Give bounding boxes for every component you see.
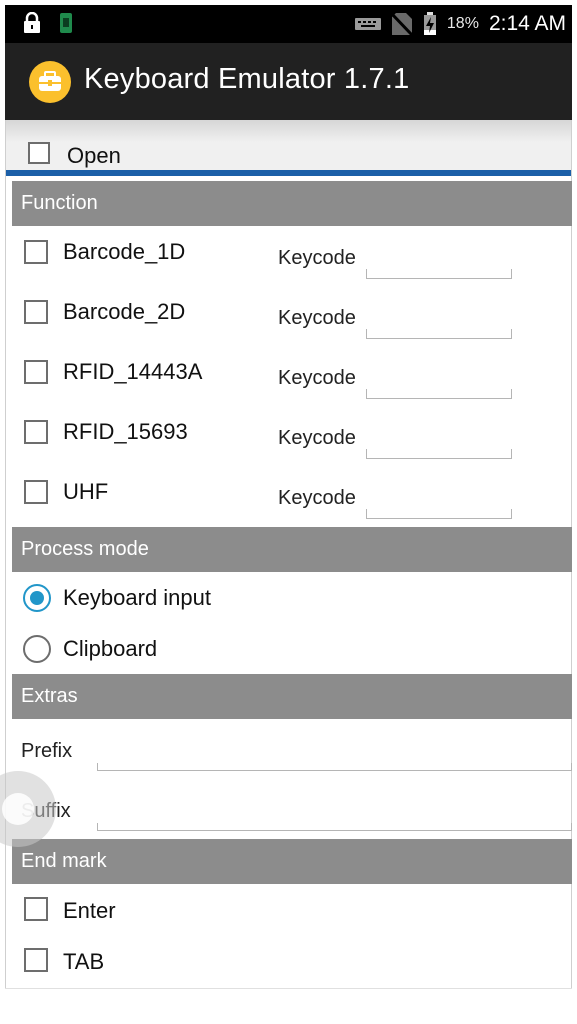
rfid-14443a-keycode-input[interactable] (366, 389, 512, 399)
app-bar: Keyboard Emulator 1.7.1 (5, 43, 572, 120)
barcode-2d-label: Barcode_2D (63, 299, 186, 324)
prefix-label: Prefix (21, 740, 73, 762)
section-header-process-mode: Process mode (12, 527, 572, 572)
keyboard-input-label: Keyboard input (63, 585, 211, 610)
toolbar-shadow (6, 120, 571, 142)
section-header-function: Function (12, 181, 572, 226)
settings-content: Open Function Barcode_1D Keycode Barcode… (5, 120, 572, 988)
uhf-label: UHF (63, 479, 109, 504)
barcode-1d-keycode-input[interactable] (366, 269, 512, 279)
lock-icon (24, 12, 40, 33)
open-label: Open (67, 143, 121, 168)
status-bar: 18% 2:14 AM (5, 5, 572, 43)
section-header-end-mark: End mark (12, 839, 572, 884)
uhf-keycode-input[interactable] (366, 509, 512, 519)
toolbox-icon (29, 61, 71, 103)
battery-charging-icon (423, 12, 436, 35)
keycode-label: Keycode (278, 247, 356, 269)
uhf-checkbox[interactable] (24, 480, 48, 504)
section-header-extras: Extras (12, 674, 572, 719)
clipboard-label: Clipboard (63, 636, 158, 661)
tab-label: TAB (63, 949, 105, 974)
open-row[interactable]: Open (6, 142, 571, 170)
rfid-14443a-label: RFID_14443A (63, 359, 203, 384)
keyboard-icon (354, 18, 381, 30)
barcode-1d-checkbox[interactable] (24, 240, 48, 264)
barcode-2d-keycode-input[interactable] (366, 329, 512, 339)
barcode-1d-label: Barcode_1D (63, 239, 186, 264)
rfid-14443a-checkbox[interactable] (24, 360, 48, 384)
rfid-15693-keycode-input[interactable] (366, 449, 512, 459)
keycode-label: Keycode (278, 307, 356, 329)
app-title: Keyboard Emulator 1.7.1 (84, 63, 410, 95)
keyboard-input-radio[interactable] (23, 584, 51, 612)
suffix-input[interactable] (97, 823, 572, 831)
tab-checkbox[interactable] (24, 948, 48, 972)
enter-label: Enter (63, 898, 116, 923)
battery-percent: 18% (446, 15, 479, 32)
rfid-15693-checkbox[interactable] (24, 420, 48, 444)
keycode-label: Keycode (278, 487, 356, 509)
keycode-label: Keycode (278, 427, 356, 449)
no-sim-icon (390, 12, 413, 36)
clipboard-radio[interactable] (23, 635, 51, 663)
divider (6, 170, 571, 176)
rfid-15693-label: RFID_15693 (63, 419, 188, 444)
enter-checkbox[interactable] (24, 897, 48, 921)
open-checkbox[interactable] (28, 142, 50, 164)
prefix-input[interactable] (97, 763, 572, 771)
keycode-label: Keycode (278, 367, 356, 389)
clock: 2:14 AM (488, 12, 566, 35)
barcode-2d-checkbox[interactable] (24, 300, 48, 324)
notification-app-icon (60, 13, 72, 33)
bottom-blank (5, 988, 572, 1024)
